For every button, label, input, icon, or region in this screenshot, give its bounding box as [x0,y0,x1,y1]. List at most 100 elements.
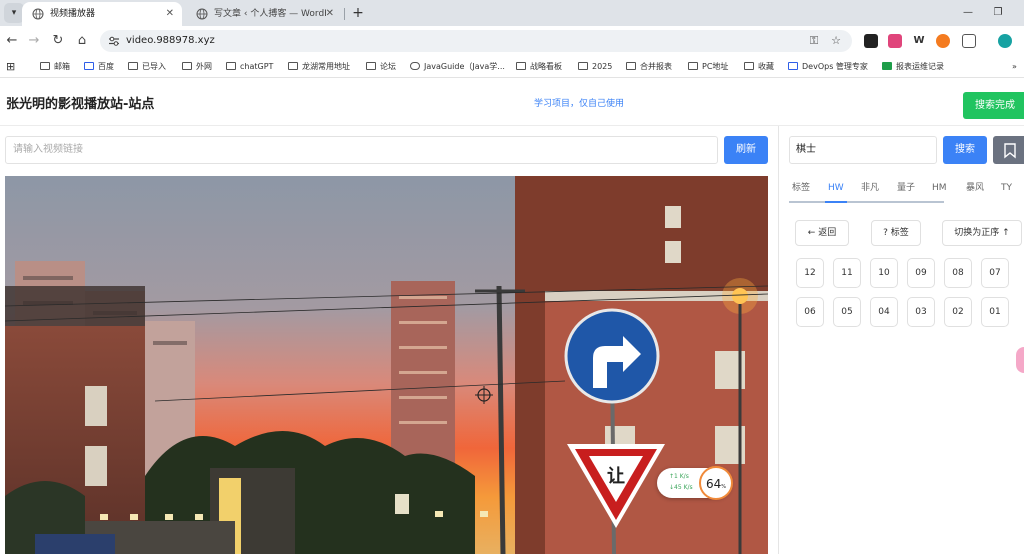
episode-button[interactable]: 01 [981,297,1009,327]
episode-button[interactable]: 04 [870,297,898,327]
refresh-button[interactable]: 刷新 [724,136,768,164]
tab-video-player[interactable]: 视频播放器 ✕ [22,2,182,26]
episode-button[interactable]: 12 [796,258,824,288]
episode-button[interactable]: 05 [833,297,861,327]
bookmark-item[interactable]: 龙湖常用地址 [288,56,350,78]
episode-button[interactable]: 03 [907,297,935,327]
video-frame: 让 [5,176,768,554]
bookmark-item[interactable]: JavaGuide（Java学... [410,56,505,78]
network-speed-widget[interactable]: ↑1 K/s ↓45 K/s 64% [657,466,733,500]
folder-icon [688,62,698,70]
tab-label: 写文章 ‹ 个人搏客 — WordPre [214,9,326,19]
episode-button[interactable]: 02 [944,297,972,327]
bookmark-item[interactable]: 报表运维记录 [882,56,944,78]
folder-icon [516,62,526,70]
bookmark-item[interactable]: 合并报表 [626,56,672,78]
bookmark-item[interactable]: 收藏 [744,56,774,78]
bookmarks-overflow-icon[interactable]: » [1012,56,1017,78]
tab-source-hw[interactable]: HW [828,176,844,202]
browser-tabstrip: ▾ 视频播放器 ✕ 写文章 ‹ 个人搏客 — WordPre ✕ + — ❐ [0,0,1024,26]
javaguide-icon [410,62,420,70]
globe-icon [32,8,44,20]
episode-button[interactable]: 11 [833,258,861,288]
apps-grid-icon[interactable]: ⊞ [6,56,15,78]
back-button[interactable]: ← 返回 [795,220,849,246]
bookmark-item[interactable]: 战略看板 [516,56,562,78]
folder-icon [366,62,376,70]
bookmark-item[interactable]: DevOps 管理专家 [788,56,868,78]
folder-icon [128,62,138,70]
tab-source-ty[interactable]: TY [1001,176,1012,202]
extension-icon[interactable] [888,34,902,48]
panel-divider [778,126,779,554]
yield-sign-text: 让 [607,466,625,487]
bookmark-item[interactable]: 论坛 [366,56,396,78]
folder-icon [578,62,588,70]
close-icon[interactable]: ✕ [166,2,174,26]
tab-source-tags[interactable]: 标签 [792,176,810,202]
bookmark-star-icon[interactable]: ☆ [828,33,844,49]
tab-source-liangzi[interactable]: 量子 [897,176,915,202]
bookmark-item[interactable]: 已导入 [128,56,166,78]
devops-icon [788,62,798,70]
url-text: video.988978.xyz [126,35,215,46]
tab-search-button[interactable]: ▾ [4,3,24,23]
source-tabs: 标签 HW 非凡 量子 HM 暴风 TY [789,176,1024,204]
tag-button[interactable]: ? 标签 [871,220,921,246]
keyword-search-input[interactable]: 棋士 [789,136,937,164]
extension-icon[interactable] [936,34,950,48]
video-player[interactable]: 让 ↑1 K/s ↓45 K/s 64% [5,176,768,554]
tab-separator [344,8,345,20]
bookmark-item[interactable]: 邮箱 [40,56,70,78]
address-bar[interactable]: video.988978.xyz ⚿ ☆ [100,30,852,52]
episode-button[interactable]: 06 [796,297,824,327]
memory-usage-badge: 64% [699,466,733,500]
address-toolbar: ← → ↻ ⌂ video.988978.xyz ⚿ ☆ W [0,26,1024,56]
tab-wordpress[interactable]: 写文章 ‹ 个人搏客 — WordPre ✕ [186,2,342,26]
new-tab-button[interactable]: + [348,3,368,23]
baidu-icon [84,62,94,70]
floating-assistant-button[interactable] [1016,347,1024,373]
bookmark-item[interactable]: 百度 [84,56,114,78]
folder-icon [182,62,192,70]
bookmark-item[interactable]: 外网 [182,56,212,78]
extension-icon[interactable] [864,34,878,48]
tab-label: 视频播放器 [50,9,96,19]
close-icon[interactable]: ✕ [326,2,334,26]
notice-text: 学习项目，仅自己使用 [534,99,625,109]
video-url-input[interactable]: 请输入视频链接 [5,136,718,164]
report-icon [882,62,892,70]
bookmark-item[interactable]: chatGPT [226,56,273,78]
site-settings-icon[interactable] [108,35,120,47]
search-button[interactable]: 搜索 [943,136,987,164]
tab-source-baofeng[interactable]: 暴风 [966,176,984,202]
bookmark-button[interactable] [993,136,1024,164]
minimize-button[interactable]: — [954,4,982,22]
tab-source-hm[interactable]: HM [932,176,947,202]
home-icon[interactable]: ⌂ [72,31,92,51]
episode-button[interactable]: 10 [870,258,898,288]
profile-avatar[interactable] [998,34,1012,48]
episode-button[interactable]: 09 [907,258,935,288]
bookmark-item[interactable]: 2025 [578,56,612,78]
episode-button[interactable]: 08 [944,258,972,288]
toggle-order-button[interactable]: 切换为正序 ↑ [942,220,1022,246]
extension-w-icon[interactable]: W [912,34,926,48]
folder-icon [226,62,236,70]
page-header: 张光明的影视播放站-站点 学习项目，仅自己使用 搜索完成 [0,78,1024,126]
search-done-button[interactable]: 搜索完成 [963,92,1024,119]
folder-icon [626,62,636,70]
bookmark-item[interactable]: PC地址 [688,56,728,78]
tab-source-feifan[interactable]: 非凡 [861,176,879,202]
back-arrow-icon[interactable]: ← [2,31,22,51]
maximize-button[interactable]: ❐ [984,4,1012,22]
folder-icon [744,62,754,70]
password-key-icon[interactable]: ⚿ [806,33,822,49]
extensions-puzzle-icon[interactable] [962,34,976,48]
page-title: 张光明的影视播放站-站点 [6,97,155,112]
episode-button[interactable]: 07 [981,258,1009,288]
folder-icon [288,62,298,70]
forward-arrow-icon[interactable]: → [24,31,44,51]
reload-icon[interactable]: ↻ [48,31,68,51]
upload-speed: ↑1 K/s [669,473,689,480]
